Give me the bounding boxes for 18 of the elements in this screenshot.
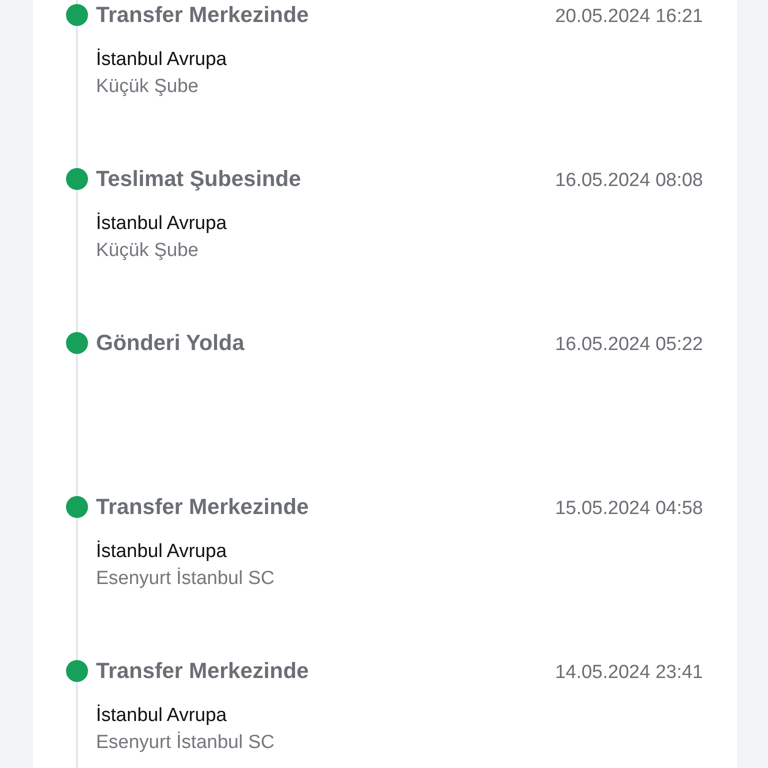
branch-text: Esenyurt İstanbul SC bbox=[96, 566, 276, 591]
event-date: 16.05.2024 08:08 bbox=[555, 169, 703, 193]
status-title: Transfer Merkezinde bbox=[96, 493, 309, 521]
location-text: İstanbul Avrupa bbox=[96, 704, 228, 728]
event-date: 20.05.2024 16:21 bbox=[555, 5, 703, 29]
event-date: 15.05.2024 04:58 bbox=[555, 497, 703, 521]
status-title: Transfer Merkezinde bbox=[96, 1, 309, 29]
branch-text: Esenyurt İstanbul SC bbox=[96, 730, 276, 755]
status-title: Teslimat Şubesinde bbox=[96, 165, 301, 193]
status-title: Transfer Merkezinde bbox=[96, 657, 309, 685]
event-date: 14.05.2024 23:41 bbox=[555, 661, 703, 685]
location-text: İstanbul Avrupa bbox=[96, 48, 228, 72]
location-text: İstanbul Avrupa bbox=[96, 540, 228, 564]
location-text: İstanbul Avrupa bbox=[96, 212, 228, 236]
branch-text: Küçük Şube bbox=[96, 239, 200, 263]
branch-text: Küçük Şube bbox=[96, 75, 200, 99]
event-date: 16.05.2024 05:22 bbox=[555, 333, 703, 357]
status-title: Gönderi Yolda bbox=[96, 329, 244, 357]
